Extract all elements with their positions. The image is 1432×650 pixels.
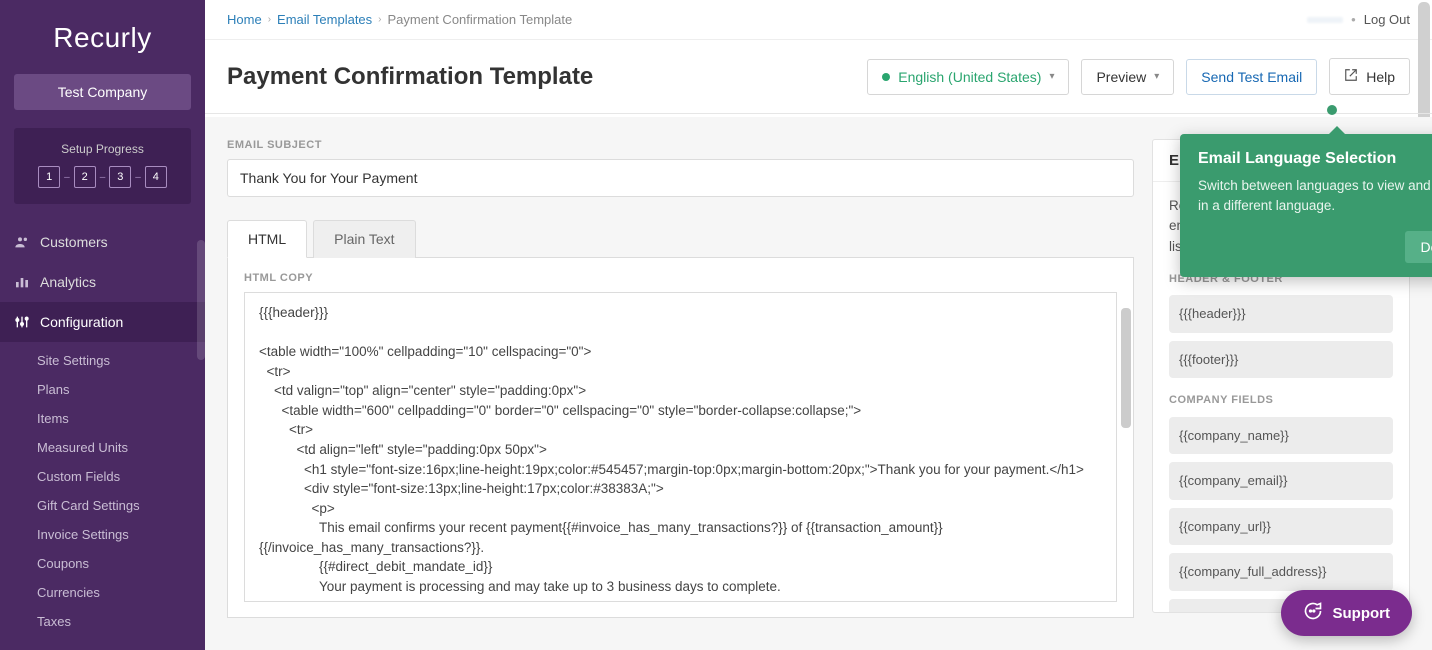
chevron-down-icon: ▾ (1049, 71, 1054, 82)
breadcrumb-home[interactable]: Home (227, 12, 262, 27)
users-icon (14, 234, 30, 250)
popover-body: Switch between languages to view and edi… (1198, 176, 1432, 217)
language-label: English (United States) (898, 69, 1041, 85)
nav-configuration[interactable]: Configuration (0, 302, 205, 342)
breadcrumb-section[interactable]: Email Templates (277, 12, 372, 27)
chart-icon (14, 274, 30, 290)
topbar-sep: • (1351, 12, 1356, 27)
page-title: Payment Confirmation Template (227, 63, 855, 91)
subnav-invoice-settings[interactable]: Invoice Settings (0, 520, 205, 549)
tour-popover: Email Language Selection Switch between … (1180, 134, 1432, 277)
html-copy-label: HTML COPY (244, 272, 1117, 284)
popover-title: Email Language Selection (1198, 150, 1432, 168)
primary-nav: Customers Analytics Configuration Site S… (0, 222, 205, 636)
language-selector[interactable]: English (United States) ▾ (867, 59, 1069, 95)
setup-step-1[interactable]: 1 (38, 166, 60, 188)
tour-marker-dot (1327, 105, 1337, 115)
step-sep: – (100, 172, 106, 183)
support-label: Support (1333, 605, 1391, 622)
sidebar-scrollbar[interactable] (197, 240, 205, 360)
email-subject-label: EMAIL SUBJECT (227, 139, 1134, 151)
tab-html[interactable]: HTML (227, 220, 307, 258)
subnav-coupons[interactable]: Coupons (0, 549, 205, 578)
chat-icon (1303, 601, 1323, 625)
main: Home › Email Templates › Payment Confirm… (205, 0, 1432, 650)
setup-step-4[interactable]: 4 (145, 166, 167, 188)
param-company-full-address[interactable]: {{company_full_address}} (1169, 553, 1393, 591)
editor-column: EMAIL SUBJECT HTML Plain Text HTML COPY (205, 117, 1152, 650)
subnav-measured-units[interactable]: Measured Units (0, 433, 205, 462)
company-switcher[interactable]: Test Company (14, 74, 191, 110)
subnav-taxes[interactable]: Taxes (0, 607, 205, 636)
subnav-currencies[interactable]: Currencies (0, 578, 205, 607)
brand-logo: Recurly (0, 0, 205, 64)
nav-customers[interactable]: Customers (0, 222, 205, 262)
tab-plain-text[interactable]: Plain Text (313, 220, 415, 258)
setup-progress-title: Setup Progress (24, 142, 181, 156)
subnav-site-settings[interactable]: Site Settings (0, 346, 205, 375)
help-button[interactable]: Help (1329, 58, 1410, 95)
step-sep: – (135, 172, 141, 183)
html-copy-textarea[interactable] (244, 292, 1117, 602)
subnav-items[interactable]: Items (0, 404, 205, 433)
param-group-company: COMPANY FIELDS (1169, 392, 1393, 409)
status-dot-icon (882, 73, 890, 81)
help-label: Help (1366, 69, 1395, 85)
breadcrumb-sep: › (268, 14, 271, 25)
setup-step-2[interactable]: 2 (74, 166, 96, 188)
logout-link[interactable]: Log Out (1364, 12, 1410, 27)
nav-analytics[interactable]: Analytics (0, 262, 205, 302)
send-test-label: Send Test Email (1201, 69, 1302, 85)
email-subject-input[interactable] (227, 159, 1134, 197)
nav-label: Analytics (40, 274, 96, 290)
editor-panel: HTML COPY (227, 258, 1134, 618)
preview-button[interactable]: Preview ▾ (1081, 59, 1174, 95)
sliders-icon (14, 314, 30, 330)
breadcrumb-current: Payment Confirmation Template (388, 12, 573, 27)
editor-tabs: HTML Plain Text (227, 219, 1134, 258)
step-sep: – (64, 172, 70, 183)
popover-done-button[interactable]: Done (1405, 231, 1432, 263)
config-subnav: Site Settings Plans Items Measured Units… (0, 342, 205, 636)
send-test-email-button[interactable]: Send Test Email (1186, 59, 1317, 95)
nav-label: Configuration (40, 314, 123, 330)
chevron-down-icon: ▾ (1154, 71, 1159, 82)
nav-label: Customers (40, 234, 108, 250)
param-company-url[interactable]: {{company_url}} (1169, 508, 1393, 546)
preview-label: Preview (1096, 69, 1146, 85)
param-header[interactable]: {{{header}}} (1169, 295, 1393, 333)
user-menu[interactable] (1307, 17, 1343, 23)
param-company-name[interactable]: {{company_name}} (1169, 417, 1393, 455)
param-footer[interactable]: {{{footer}}} (1169, 341, 1393, 379)
setup-steps: 1 – 2 – 3 – 4 (24, 166, 181, 188)
sidebar: Recurly Test Company Setup Progress 1 – … (0, 0, 205, 650)
subnav-custom-fields[interactable]: Custom Fields (0, 462, 205, 491)
external-link-icon (1344, 68, 1358, 85)
subnav-gift-card-settings[interactable]: Gift Card Settings (0, 491, 205, 520)
setup-step-3[interactable]: 3 (109, 166, 131, 188)
textarea-scrollbar[interactable] (1121, 308, 1131, 428)
breadcrumb-sep: › (378, 14, 381, 25)
subnav-plans[interactable]: Plans (0, 375, 205, 404)
support-button[interactable]: Support (1281, 590, 1413, 636)
topbar: Home › Email Templates › Payment Confirm… (205, 0, 1432, 40)
titlebar: Payment Confirmation Template English (U… (205, 40, 1432, 114)
param-company-email[interactable]: {{company_email}} (1169, 462, 1393, 500)
setup-progress: Setup Progress 1 – 2 – 3 – 4 (14, 128, 191, 204)
